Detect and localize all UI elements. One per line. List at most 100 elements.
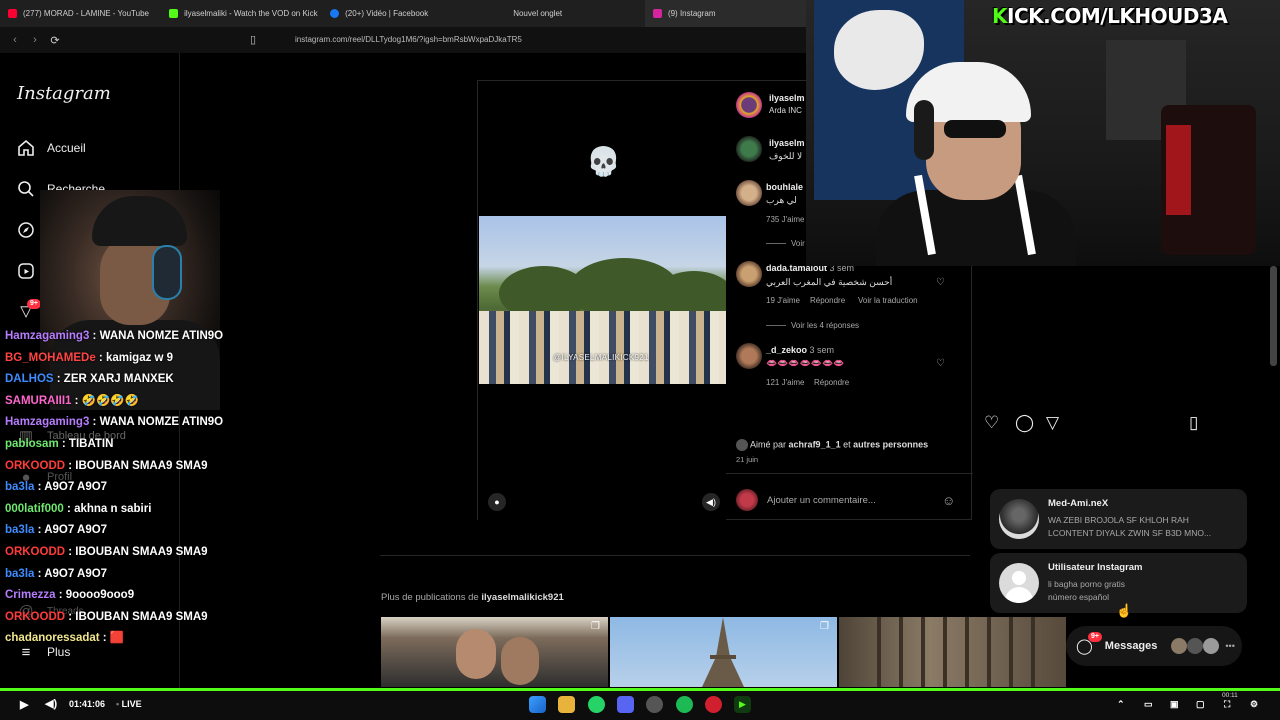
like-icon[interactable]: ♡ (984, 413, 999, 433)
chat-username[interactable]: ORKOODD (5, 611, 65, 623)
sidebar-item-home[interactable]: Accueil (17, 139, 86, 157)
comment-time: 3 sem (809, 345, 835, 355)
kick-app-icon[interactable]: ▶ (734, 696, 751, 713)
bookmark-icon[interactable]: ▯ (250, 33, 256, 46)
messages-label: Messages (1104, 640, 1158, 652)
reel-video[interactable]: @ILYASELMALIKICK921 (479, 216, 726, 384)
notification-badge: 9+ (27, 299, 41, 309)
chat-separator: : (89, 330, 100, 342)
scrollbar[interactable] (1270, 266, 1277, 366)
post-author[interactable]: ilyaselm (769, 93, 805, 103)
chat-username[interactable]: Hamzagaming3 (5, 416, 89, 428)
post-thumbnail[interactable] (839, 617, 1066, 687)
chat-username[interactable]: chadanoressadat (5, 632, 100, 644)
comment-user[interactable]: bouhlale (766, 182, 803, 192)
comment-user[interactable]: _d_zekoo 3 sem (766, 345, 834, 355)
whatsapp-icon[interactable] (588, 696, 605, 713)
pip-icon[interactable]: ▣ (1170, 699, 1179, 710)
chat-username[interactable]: DALHOS (5, 373, 54, 385)
reel-media: 💀 @ILYASELMALIKICK921 ● ◀) (478, 81, 726, 521)
opera-icon[interactable] (705, 696, 722, 713)
discord-icon[interactable] (617, 696, 634, 713)
clip-icon[interactable]: ▢ (1196, 699, 1205, 710)
chat-username[interactable]: ba3la (5, 568, 34, 580)
chrome-icon[interactable] (646, 696, 663, 713)
tab-title: (20+) Vidéo | Facebook (345, 9, 429, 18)
chat-username[interactable]: 000latif000 (5, 503, 64, 515)
chat-username[interactable]: Crimezza (5, 589, 56, 601)
message-sender: Med-Ami.neX (1048, 498, 1109, 509)
message-line: número español (1048, 591, 1109, 602)
browser-tab[interactable]: ilyaselmaliki - Watch the VOD on Kick (161, 0, 322, 27)
sidebar-item-reels[interactable] (17, 262, 35, 280)
url-field[interactable]: instagram.com/reel/DLLTydog1M6/?igsh=bmR… (270, 31, 790, 49)
spotify-icon[interactable] (676, 696, 693, 713)
caption-user[interactable]: ilyaselm (769, 138, 805, 148)
like-comment-icon[interactable]: ♡ (936, 358, 945, 369)
message-text: li bagha porno gratis número español (1048, 578, 1240, 603)
avatar[interactable] (736, 136, 762, 162)
theater-mode-icon[interactable]: ▭ (1144, 699, 1153, 710)
play-icon[interactable]: ▶ (20, 698, 28, 711)
chat-username[interactable]: SAMURAIII1 (5, 395, 71, 407)
emoji-icon[interactable]: ☺ (942, 493, 955, 508)
fullscreen-icon[interactable]: ⛶ (1224, 699, 1230, 710)
save-icon[interactable]: ▯ (1189, 413, 1198, 433)
tagged-user-button[interactable]: ● (488, 493, 506, 511)
tray-chevron-icon[interactable]: ⌃ (1117, 699, 1125, 710)
post-thumbnail[interactable]: ❐ (610, 617, 837, 687)
chat-username[interactable]: ORKOODD (5, 546, 65, 558)
windows-start-icon[interactable] (529, 696, 546, 713)
chat-username[interactable]: ba3la (5, 524, 34, 536)
sidebar-item-messages[interactable]: ▽ 9+ (17, 299, 41, 320)
browser-tab[interactable]: (277) MORAD - LAMINE - YouTube (0, 0, 161, 27)
message-preview[interactable]: Med-Ami.neX WA ZEBI BROJOLA SF KHLOH RAH… (990, 489, 1247, 549)
chat-username[interactable]: BG_MOHAMEDe (5, 352, 96, 364)
file-explorer-icon[interactable] (558, 696, 575, 713)
reload-icon[interactable]: ⟳ (45, 34, 65, 47)
chat-username[interactable]: ORKOODD (5, 460, 65, 472)
like-comment-icon[interactable]: ♡ (936, 277, 945, 288)
sunglasses (944, 120, 1006, 138)
comment-input[interactable]: Ajouter un commentaire... (767, 495, 933, 506)
comment-text: لي هرب (766, 195, 797, 205)
view-replies-label: Voir les 4 réponses (791, 321, 860, 330)
liked-by-others[interactable]: autres personnes (853, 439, 928, 449)
chat-separator: : (95, 351, 106, 364)
chat-message: 000latif000 : akhna n sabiri (5, 499, 245, 521)
chat-username[interactable]: ba3la (5, 481, 34, 493)
volume-icon[interactable]: ◀) (45, 697, 57, 710)
forward-icon[interactable]: › (25, 34, 45, 46)
view-replies-link[interactable]: Voir les 4 réponses (766, 321, 859, 330)
chat-username[interactable]: Hamzagaming3 (5, 330, 89, 342)
default-avatar-icon (999, 563, 1039, 603)
message-line: WA ZEBI BROJOLA SF KHLOH RAH (1048, 515, 1189, 525)
more-posts-user[interactable]: ilyaselmalikick921 (481, 592, 563, 603)
kick-channel-text: ICK.COM/LKHOUD3A (1007, 4, 1228, 28)
sidebar-item-explore[interactable] (17, 221, 35, 239)
instagram-logo[interactable]: Instagram (17, 83, 111, 104)
translate-link[interactable]: Voir la traduction (858, 296, 918, 305)
browser-tab[interactable]: (20+) Vidéo | Facebook (322, 0, 483, 27)
mute-button[interactable]: ◀) (702, 493, 720, 511)
avatar[interactable] (736, 261, 762, 287)
divider (726, 473, 973, 474)
back-icon[interactable]: ‹ (5, 34, 25, 46)
chat-username[interactable]: pablosam (5, 438, 59, 450)
avatar[interactable] (736, 180, 762, 206)
avatar[interactable] (736, 92, 762, 118)
liked-by-user[interactable]: achraf9_1_1 (789, 439, 841, 449)
messages-bar[interactable]: ◯ 9+ Messages ••• (1066, 626, 1242, 666)
settings-icon[interactable]: ⚙ (1250, 699, 1258, 710)
view-replies-link[interactable]: Voir (766, 239, 805, 248)
browser-tab[interactable]: Nouvel onglet (483, 0, 645, 27)
post-thumbnail[interactable]: ❐ (381, 617, 608, 687)
comment-icon[interactable]: ◯ (1015, 413, 1034, 433)
browser-tab-active[interactable]: (9) Instagram (644, 0, 806, 27)
avatar[interactable] (736, 343, 762, 369)
chat-text: akhna n sabiri (74, 502, 152, 515)
reply-link[interactable]: Répondre (814, 378, 849, 387)
reply-link[interactable]: Répondre (810, 296, 845, 305)
share-icon[interactable]: ▽ (1046, 413, 1059, 433)
home-icon (17, 139, 35, 157)
